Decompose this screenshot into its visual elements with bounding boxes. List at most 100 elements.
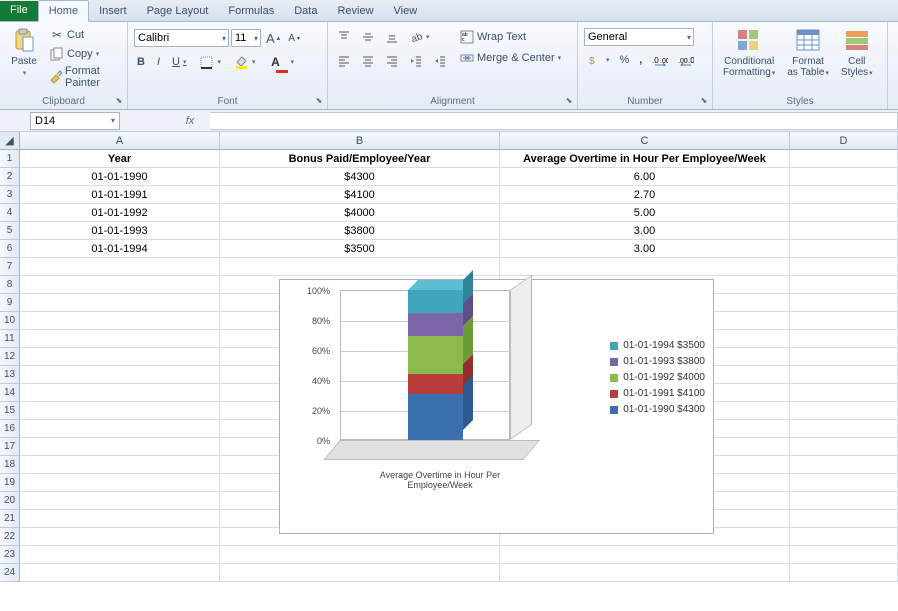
cell[interactable]	[790, 312, 898, 330]
row-header[interactable]: 11	[0, 330, 20, 348]
italic-button[interactable]: I	[154, 55, 163, 69]
decrease-indent-button[interactable]	[406, 53, 426, 69]
row-header[interactable]: 17	[0, 438, 20, 456]
row-header[interactable]: 20	[0, 492, 20, 510]
cell[interactable]	[20, 528, 220, 546]
paste-button[interactable]: Paste ▾	[6, 24, 42, 79]
cell[interactable]: 3.00	[500, 240, 790, 258]
cell[interactable]: 01-01-1992	[20, 204, 220, 222]
cell[interactable]: 6.00	[500, 168, 790, 186]
font-launcher[interactable]: ⬊	[313, 95, 325, 107]
row-header[interactable]: 19	[0, 474, 20, 492]
conditional-formatting-button[interactable]: ConditionalFormatting▾	[719, 24, 779, 80]
cell-styles-button[interactable]: CellStyles▾	[837, 24, 877, 80]
file-tab[interactable]: File	[0, 1, 38, 21]
fx-icon[interactable]: fx	[170, 115, 210, 127]
wrap-text-button[interactable]: abcWrap Text	[456, 28, 564, 46]
increase-decimal-button[interactable]: .0.00	[649, 53, 671, 67]
border-button[interactable]: ▾	[195, 53, 224, 71]
cell[interactable]: 2.70	[500, 186, 790, 204]
formula-input[interactable]	[210, 112, 898, 130]
format-painter-button[interactable]: Format Painter	[46, 64, 121, 90]
cell[interactable]	[220, 546, 500, 564]
cell[interactable]: $4100	[220, 186, 500, 204]
cell[interactable]	[20, 438, 220, 456]
cell[interactable]	[790, 348, 898, 366]
cell[interactable]: 3.00	[500, 222, 790, 240]
underline-button[interactable]: U▾	[169, 55, 189, 69]
comma-button[interactable]: ,	[636, 53, 645, 67]
merge-center-button[interactable]: Merge & Center▾	[456, 49, 564, 67]
cell[interactable]	[790, 564, 898, 582]
name-box[interactable]: D14▾	[30, 112, 120, 130]
cell[interactable]	[20, 510, 220, 528]
row-header[interactable]: 24	[0, 564, 20, 582]
cell[interactable]	[790, 204, 898, 222]
cell[interactable]: Year	[20, 150, 220, 168]
cell[interactable]	[790, 330, 898, 348]
cell[interactable]	[790, 276, 898, 294]
row-header[interactable]: 1	[0, 150, 20, 168]
increase-indent-button[interactable]	[430, 53, 450, 69]
cell[interactable]	[20, 384, 220, 402]
cell[interactable]: $4000	[220, 204, 500, 222]
cut-button[interactable]: ✂Cut	[46, 26, 121, 44]
cell[interactable]	[790, 222, 898, 240]
cell[interactable]	[790, 402, 898, 420]
cell[interactable]	[790, 528, 898, 546]
row-header[interactable]: 9	[0, 294, 20, 312]
review-tab[interactable]: Review	[327, 1, 383, 21]
cell[interactable]	[20, 294, 220, 312]
select-all-corner[interactable]: ◢	[0, 132, 20, 150]
format-as-table-button[interactable]: Formatas Table▾	[783, 24, 833, 80]
cell[interactable]: Average Overtime in Hour Per Employee/We…	[500, 150, 790, 168]
row-header[interactable]: 8	[0, 276, 20, 294]
cell[interactable]	[790, 492, 898, 510]
cell[interactable]	[790, 546, 898, 564]
cell[interactable]	[790, 240, 898, 258]
row-header[interactable]: 23	[0, 546, 20, 564]
cell[interactable]	[790, 510, 898, 528]
chart-object[interactable]: 100% 80% 60% 40% 20% 0% Average Overtime…	[279, 279, 714, 534]
font-color-button[interactable]: A▾	[265, 53, 298, 71]
cell[interactable]	[220, 564, 500, 582]
row-header[interactable]: 4	[0, 204, 20, 222]
cell[interactable]	[790, 258, 898, 276]
cell[interactable]: Bonus Paid/Employee/Year	[220, 150, 500, 168]
row-header[interactable]: 2	[0, 168, 20, 186]
cell[interactable]	[500, 258, 790, 276]
cell[interactable]	[20, 564, 220, 582]
cell[interactable]	[20, 492, 220, 510]
row-header[interactable]: 3	[0, 186, 20, 204]
cell[interactable]	[20, 546, 220, 564]
cell[interactable]	[20, 258, 220, 276]
row-header[interactable]: 5	[0, 222, 20, 240]
number-format-select[interactable]: General	[584, 28, 694, 46]
align-left-button[interactable]	[334, 53, 354, 69]
bold-button[interactable]: B	[134, 55, 148, 69]
shrink-font-button[interactable]: A▾	[285, 32, 303, 45]
copy-button[interactable]: Copy▾	[46, 45, 121, 63]
row-header[interactable]: 6	[0, 240, 20, 258]
cell[interactable]	[20, 366, 220, 384]
align-right-button[interactable]	[382, 53, 402, 69]
grow-font-button[interactable]: A▴	[263, 30, 283, 47]
cell[interactable]	[20, 456, 220, 474]
page-layout-tab[interactable]: Page Layout	[137, 1, 219, 21]
cell[interactable]: $4300	[220, 168, 500, 186]
cell[interactable]	[20, 348, 220, 366]
align-center-button[interactable]	[358, 53, 378, 69]
cell[interactable]	[790, 420, 898, 438]
cell[interactable]	[790, 438, 898, 456]
cell[interactable]	[20, 276, 220, 294]
accounting-format-button[interactable]: $▾	[584, 51, 613, 69]
clipboard-launcher[interactable]: ⬊	[113, 95, 125, 107]
col-header-B[interactable]: B	[220, 132, 500, 150]
row-header[interactable]: 15	[0, 402, 20, 420]
percent-button[interactable]: %	[617, 53, 633, 67]
orientation-button[interactable]: ab▾	[406, 29, 433, 45]
font-size-select[interactable]: 11	[231, 29, 261, 47]
align-top-button[interactable]	[334, 29, 354, 45]
row-header[interactable]: 14	[0, 384, 20, 402]
font-name-select[interactable]: Calibri	[134, 29, 229, 47]
